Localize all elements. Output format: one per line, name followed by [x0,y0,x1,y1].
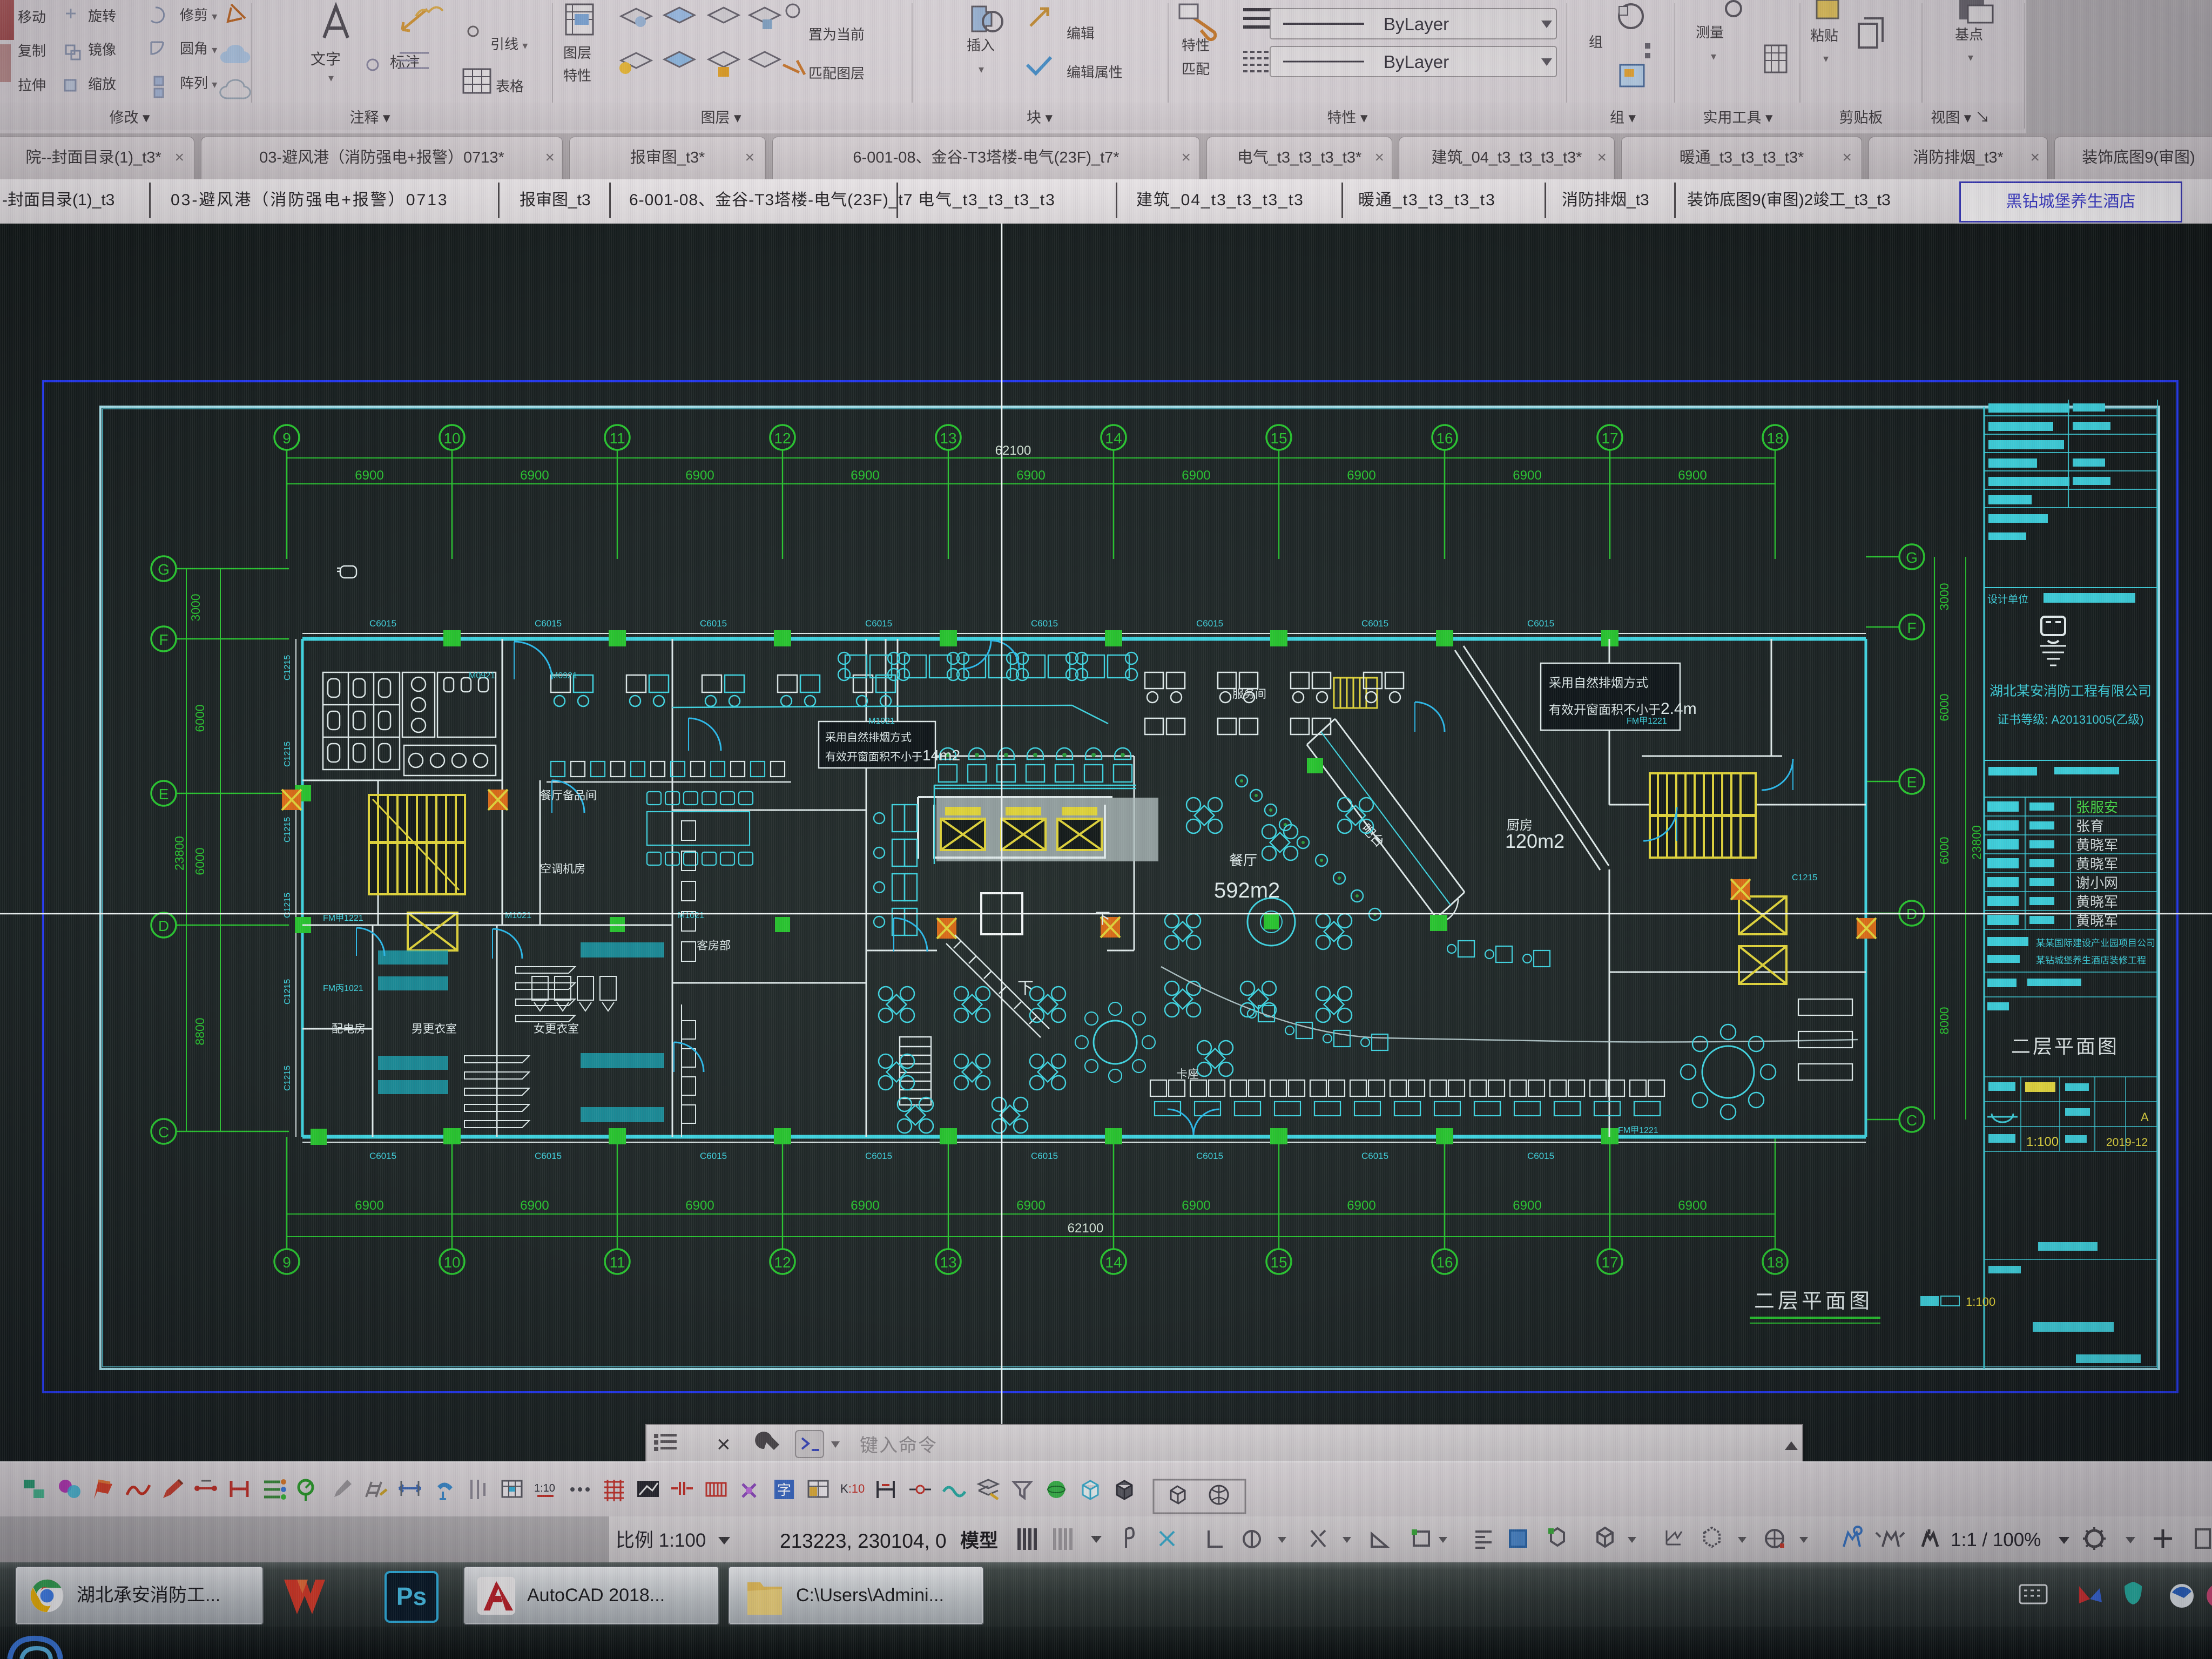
svg-text:模型: 模型 [960,1530,998,1552]
svg-text:比例 1:100: 比例 1:100 [616,1530,706,1551]
svg-text:K:10: K:10 [840,1482,865,1495]
svg-text:1:1 / 100%: 1:1 / 100% [1951,1529,2041,1550]
svg-text:213223, 230104, 0: 213223, 230104, 0 [780,1530,947,1552]
svg-text:字: 字 [777,1482,791,1498]
svg-text:1:10: 1:10 [534,1482,555,1494]
